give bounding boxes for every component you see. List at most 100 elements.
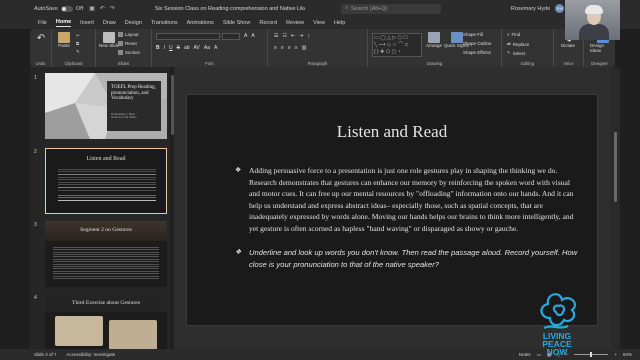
format-button-3[interactable]: S <box>177 45 180 51</box>
copy-button[interactable]: ⧉ <box>76 41 79 46</box>
bullet-text-2: Underline and look up words you don't kn… <box>249 247 578 269</box>
format-button-1[interactable]: I <box>164 45 165 51</box>
autosave-label: AutoSave <box>34 5 58 12</box>
columns-icon[interactable]: ▥ <box>302 45 307 51</box>
select-button[interactable]: ↖ Select <box>507 50 525 56</box>
font-name-select[interactable] <box>156 33 220 40</box>
autosave-toggle[interactable] <box>60 5 73 12</box>
tab-slide-show[interactable]: Slide Show <box>223 20 251 26</box>
tab-animations[interactable]: Animations <box>187 20 214 26</box>
arrange-button[interactable]: Arrange <box>426 32 442 48</box>
tab-home[interactable]: Home <box>55 19 72 27</box>
slide-scroll-thumb[interactable] <box>614 132 617 202</box>
title-bar: AutoSave Off ▣ ↶ ↷ Six Session Class on … <box>0 0 640 17</box>
format-button-2[interactable]: U <box>169 45 173 51</box>
numbering-icon[interactable]: ☷ <box>282 33 286 39</box>
shapes-gallery[interactable]: ▭ ◯ △ ▷ ⬠ ☐ ╲ ⟶ ◇ ☆ ⌒ ⊂{ } ✚ ⬡ ▢ ◔ <box>372 33 422 57</box>
user-name[interactable]: Rosemary Hyde <box>511 6 550 12</box>
format-painter-button[interactable]: ✎ <box>76 49 80 55</box>
format-button-5[interactable]: AV <box>194 45 200 51</box>
thumbnail-number-4: 4 <box>34 295 37 301</box>
tab-record[interactable]: Record <box>259 20 277 26</box>
increase-indent-icon[interactable]: ⇥ <box>299 33 303 39</box>
tab-design[interactable]: Design <box>125 20 142 26</box>
thumbnail-text-lines-3 <box>53 247 159 279</box>
paragraph-label: Paragraph <box>307 61 328 66</box>
zoom-in-icon[interactable]: + <box>614 352 617 357</box>
paste-button[interactable]: Paste <box>58 32 70 48</box>
section-button[interactable]: Section <box>118 50 140 55</box>
slide-thumbnail-1[interactable]: TOEFL Prep Reading, pronunciation, and V… <box>45 73 167 139</box>
format-button-7[interactable]: A <box>214 45 217 51</box>
tab-insert[interactable]: Insert <box>80 20 94 26</box>
tab-view[interactable]: View <box>313 20 325 26</box>
tab-help[interactable]: Help <box>334 20 345 26</box>
find-button[interactable]: ⌕ Find <box>507 32 520 37</box>
cut-button[interactable]: ✂ <box>76 33 80 39</box>
increase-font-icon[interactable]: A <box>244 33 247 39</box>
layout-button[interactable]: Layout <box>118 32 139 37</box>
slide-thumbnail-pane[interactable]: 1 TOEFL Prep Reading, pronunciation, and… <box>30 67 170 349</box>
line-spacing-icon[interactable]: ↕ <box>307 33 310 39</box>
align-left-icon[interactable]: ≡ <box>274 45 277 51</box>
replace-button[interactable]: ⇄ Replace <box>507 41 529 47</box>
decrease-font-icon[interactable]: A <box>251 33 254 39</box>
list-buttons: ☰ ☷ ⇤ ⇥ ↕ <box>274 33 310 39</box>
avatar[interactable]: RH <box>555 4 565 13</box>
slide-title[interactable]: Listen and Read <box>187 122 597 142</box>
shape-outline-button[interactable]: Shape Outline <box>463 41 492 46</box>
tab-review[interactable]: Review <box>286 20 304 26</box>
logo-text: LIVING PEACE NOW <box>530 332 584 357</box>
reset-button[interactable]: Reset <box>118 41 137 46</box>
tab-draw[interactable]: Draw <box>103 20 116 26</box>
zoom-level[interactable]: 84% <box>623 352 632 357</box>
font-group: A A B I U Sab AV Aa A Font <box>152 29 268 67</box>
bullet-text-1: Adding persuasive force to a presentatio… <box>249 166 574 233</box>
slide-thumbnail-2[interactable]: Listen and Read <box>45 148 167 214</box>
accessibility-status[interactable]: Accessibility: Investigate <box>67 352 116 357</box>
decrease-indent-icon[interactable]: ⇤ <box>291 33 295 39</box>
voice-label: Voice <box>563 61 574 66</box>
slide-thumbnail-4[interactable]: Third Exercise about Gestures <box>45 294 167 349</box>
bullets-icon[interactable]: ☰ <box>274 33 278 39</box>
undo-button[interactable]: ↶ <box>35 33 47 44</box>
save-icon[interactable]: ▣ <box>89 5 95 12</box>
drawing-group: ▭ ◯ △ ▷ ⬠ ☐ ╲ ⟶ ◇ ☆ ⌒ ⊂{ } ✚ ⬡ ▢ ◔ Arrang… <box>368 29 502 67</box>
undo-icon[interactable]: ↶ <box>100 5 105 12</box>
new-slide-label: New Slide <box>99 43 120 48</box>
bullet-glyph-icon: ❖ <box>235 166 242 174</box>
webcam-overlay <box>565 0 620 40</box>
redo-icon[interactable]: ↷ <box>110 5 115 12</box>
reset-label: Reset <box>125 41 137 46</box>
slide-body[interactable]: ❖ Adding persuasive force to a presentat… <box>235 165 580 271</box>
search-box[interactable]: ⌕ Search (Alt+Q) <box>340 3 441 14</box>
format-buttons: B I U Sab AV Aa A <box>156 45 217 51</box>
new-slide-button[interactable]: New Slide <box>99 32 119 48</box>
autosave-control[interactable]: AutoSave Off <box>34 5 83 12</box>
format-button-4[interactable]: ab <box>184 45 190 51</box>
quick-styles-icon <box>450 32 463 43</box>
document-title[interactable]: Six Session Class on Reading comprehensi… <box>155 6 305 12</box>
tab-file[interactable]: File <box>38 20 47 26</box>
format-button-0[interactable]: B <box>156 45 160 51</box>
font-label: Font <box>205 61 214 66</box>
shape-fill-button[interactable]: Shape Fill <box>463 32 483 37</box>
left-rail <box>0 67 30 349</box>
align-right-icon[interactable]: ≡ <box>288 45 291 51</box>
shape-effects-button[interactable]: Shape Effects <box>463 50 491 55</box>
format-button-6[interactable]: Aa <box>204 45 210 51</box>
design-ideas-label: Design Ideas <box>590 43 605 53</box>
slide-counter: Slide 2 of 7 <box>34 352 57 357</box>
notes-button[interactable]: Notes <box>519 352 531 357</box>
cut-icon: ✂ <box>76 33 80 38</box>
font-size-select[interactable] <box>222 33 240 40</box>
align-center-icon[interactable]: ≡ <box>281 45 284 51</box>
thumbnail-subtitle-1: Dr. Rosemary C. Hyde In Service of All W… <box>111 113 137 120</box>
slide-vertical-scrollbar[interactable] <box>610 67 620 349</box>
slide-thumbnail-3[interactable]: Segment 2 on Gestures <box>45 221 167 287</box>
thumbnail-italic-lines-2 <box>58 195 156 201</box>
thumbnail-title-4: Third Exercise about Gestures <box>72 300 140 306</box>
tab-transitions[interactable]: Transitions <box>151 20 178 26</box>
editing-group: ⌕ Find ⇄ Replace ↖ Select Editing <box>502 29 554 67</box>
justify-icon[interactable]: ≡ <box>295 45 298 51</box>
